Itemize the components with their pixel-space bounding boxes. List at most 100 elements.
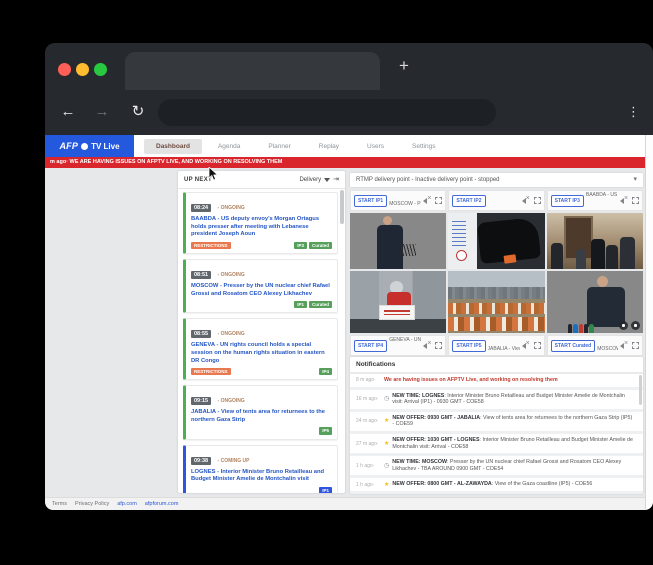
notification-row[interactable]: 8 m ago· We are having issues on AFPTV L… xyxy=(350,374,643,390)
notifications-scrollbar[interactable] xyxy=(639,375,642,405)
privacy-link[interactable]: Privacy Policy xyxy=(75,501,109,507)
video-title: BAABDA - US deputy en... xyxy=(586,192,618,198)
video-thumbnail-ip4[interactable] xyxy=(350,271,446,333)
notification-label: NEW OFFER: 1030 GMT - LOGNES xyxy=(392,437,479,443)
notification-label: NEW TIME: LOGNES xyxy=(392,393,444,399)
afpforum-link[interactable]: afpforum.com xyxy=(145,501,179,507)
video-thumbnail-ip1[interactable] xyxy=(350,213,446,269)
notifications-title: Notifications xyxy=(350,357,643,374)
star-icon: ★ xyxy=(384,418,389,424)
video-thumbnail-ip5[interactable] xyxy=(448,271,544,333)
notification-time: 8 m ago· xyxy=(356,377,381,383)
browser-titlebar: + xyxy=(45,43,653,90)
fullscreen-icon[interactable] xyxy=(534,197,541,204)
browser-tab[interactable] xyxy=(125,52,380,90)
tab-dashboard[interactable]: Dashboard xyxy=(144,139,202,154)
tab-replay[interactable]: Replay xyxy=(307,139,351,154)
event-title[interactable]: JABALIA - View of tents area for returne… xyxy=(191,409,332,424)
tab-agenda[interactable]: Agenda xyxy=(206,139,252,154)
video-title: GENEVA - UN rights cou... xyxy=(389,337,421,343)
start-curated-button[interactable]: START Curated xyxy=(551,340,596,352)
notification-row[interactable]: 24 m ago· ★ NEW OFFER: 0930 GMT - JABALI… xyxy=(350,412,643,434)
list-item[interactable]: 08:24 - ONGOING BAABDA - US deputy envoy… xyxy=(183,192,338,254)
player-settings-icons[interactable] xyxy=(619,321,640,330)
maximize-window-button[interactable] xyxy=(94,63,107,76)
event-title[interactable]: BAABDA - US deputy envoy's Morgan Ortagu… xyxy=(191,216,332,239)
video-title: JABALIA - View of tents ... xyxy=(488,346,520,352)
star-icon: ★ xyxy=(384,482,389,488)
video-control-ip5: START IP5 JABALIA - View of tents ... xyxy=(448,335,544,356)
address-bar[interactable] xyxy=(158,99,496,126)
mute-icon[interactable] xyxy=(522,197,531,205)
close-window-button[interactable] xyxy=(58,63,71,76)
event-time-badge: 08:55 xyxy=(191,330,211,338)
terms-link[interactable]: Terms xyxy=(52,501,67,507)
delivery-badge: Curated xyxy=(309,242,332,249)
start-ip1-button[interactable]: START IP1 xyxy=(354,195,387,207)
list-item[interactable]: 09:15 - ONGOING JABALIA - View of tents … xyxy=(183,385,338,439)
notification-row[interactable]: 1 h ago· ◷ NEW TIME: MOSCOW: Presser by … xyxy=(350,456,643,478)
mute-icon[interactable] xyxy=(423,342,432,350)
chevron-down-icon[interactable]: ▾ xyxy=(633,173,637,187)
delivery-badge: IP4 xyxy=(319,368,332,375)
event-status: - ONGOING xyxy=(218,205,245,211)
start-ip5-button[interactable]: START IP5 xyxy=(452,340,485,352)
fullscreen-icon[interactable] xyxy=(632,197,639,204)
restrictions-badge: RESTRICTIONS xyxy=(586,211,618,212)
video-control-ip4: START IP4 GENEVA - UN rights cou... REST… xyxy=(350,335,446,356)
fullscreen-icon[interactable] xyxy=(632,342,639,349)
event-title[interactable]: MOSCOW - Presser by the UN nuclear chief… xyxy=(191,283,332,298)
restrictions-badge: RESTRICTIONS xyxy=(389,356,421,357)
back-icon[interactable]: ← xyxy=(57,101,79,123)
video-title: MOSCOW - Presser by t... xyxy=(389,201,421,207)
video-thumbnail-ip3[interactable] xyxy=(547,213,643,269)
logo-afp-text: AFP xyxy=(59,141,78,151)
minimize-window-button[interactable] xyxy=(76,63,89,76)
start-ip2-button[interactable]: START IP2 xyxy=(452,195,485,207)
video-control-ip1: START IP1 MOSCOW - Presser by t... xyxy=(350,190,446,211)
tab-settings[interactable]: Settings xyxy=(400,139,448,154)
notification-row[interactable]: 1 h ago· ★ NEW OFFER: 0800 GMT - AL-ZAWA… xyxy=(350,478,643,494)
notification-label: NEW OFFER: 0930 GMT - JABALIA xyxy=(392,415,480,421)
video-title: MOSCOW - Press... xyxy=(597,346,618,352)
event-title[interactable]: LOGNES - Interior Minister Bruno Retaill… xyxy=(191,469,332,484)
afp-com-link[interactable]: afp.com xyxy=(117,501,137,507)
issue-alert-banner: m ago· WE ARE HAVING ISSUES ON AFPTV LIV… xyxy=(45,157,646,168)
page-scrollbar[interactable] xyxy=(645,135,653,510)
list-item[interactable]: 09:38 - COMING UP LOGNES - Interior Mini… xyxy=(183,445,338,493)
video-control-ip3: START IP3 BAABDA - US deputy en... RESTR… xyxy=(547,190,643,211)
browser-menu-icon[interactable]: ⋮ xyxy=(627,100,640,124)
start-ip3-button[interactable]: START IP3 xyxy=(551,195,584,207)
app-header: AFP TV Live Dashboard Agenda Planner Rep… xyxy=(45,135,646,157)
tab-users[interactable]: Users xyxy=(355,139,396,154)
mute-icon[interactable] xyxy=(423,197,432,205)
delivery-label: Delivery xyxy=(299,177,321,183)
logo-tvlive-text: TV Live xyxy=(91,142,119,151)
notification-label: NEW TIME: MOSCOW xyxy=(392,459,447,465)
tab-planner[interactable]: Planner xyxy=(256,139,302,154)
notification-row[interactable]: 27 m ago· ★ NEW OFFER: 1030 GMT - LOGNES… xyxy=(350,434,643,456)
restrictions-badge: RESTRICTIONS xyxy=(191,368,231,375)
video-thumbnail-curated[interactable] xyxy=(547,271,643,333)
rtmp-delivery-header[interactable]: ▾ RTMP delivery point - Inactive deliver… xyxy=(350,173,643,187)
list-item[interactable]: 08:51 - ONGOING MOSCOW - Presser by the … xyxy=(183,259,338,313)
mute-icon[interactable] xyxy=(620,197,629,205)
start-ip4-button[interactable]: START IP4 xyxy=(354,340,387,352)
delivery-filter[interactable]: Delivery ⇥ xyxy=(299,176,339,183)
afp-tv-live-logo[interactable]: AFP TV Live xyxy=(45,135,134,157)
list-item[interactable]: 08:55 - ONGOING GENEVA - UN rights counc… xyxy=(183,318,338,380)
mute-icon[interactable] xyxy=(620,342,629,350)
up-next-scrollbar[interactable] xyxy=(340,190,344,224)
reload-icon[interactable]: ↻ xyxy=(127,101,149,123)
collapse-panel-icon[interactable]: ⇥ xyxy=(333,176,339,183)
event-status: - COMING UP xyxy=(218,458,250,464)
fullscreen-icon[interactable] xyxy=(435,197,442,204)
fullscreen-icon[interactable] xyxy=(534,342,541,349)
filter-icon[interactable] xyxy=(324,178,330,182)
fullscreen-icon[interactable] xyxy=(435,342,442,349)
new-tab-button[interactable]: + xyxy=(393,55,415,77)
event-title[interactable]: GENEVA - UN rights council holds a speci… xyxy=(191,342,332,365)
mute-icon[interactable] xyxy=(522,342,531,350)
notification-row[interactable]: 16 m ago· ◷ NEW TIME: LOGNES: Interior M… xyxy=(350,390,643,412)
video-thumbnail-ip2[interactable] xyxy=(448,213,544,269)
